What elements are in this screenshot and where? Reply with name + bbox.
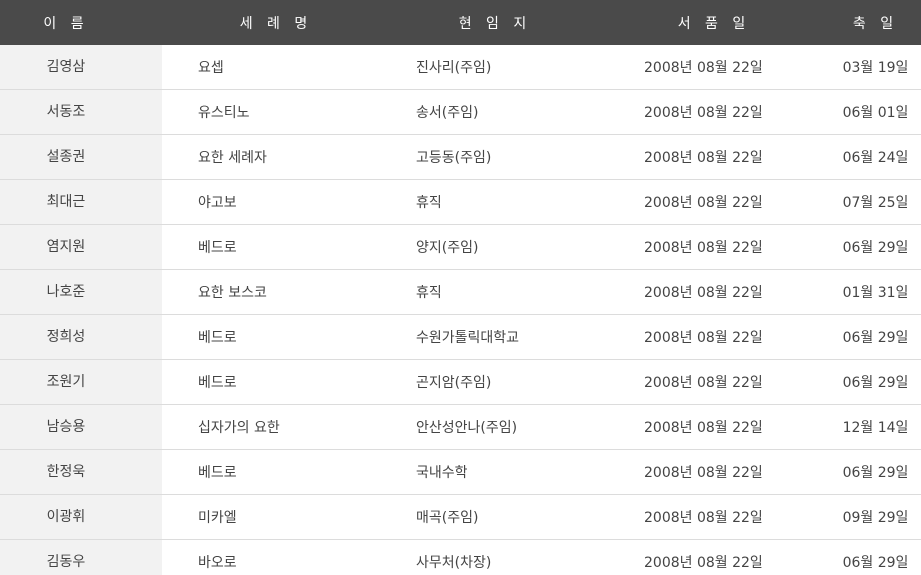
header-feast-day: 축 일 (852, 15, 899, 32)
table-row[interactable]: 이광휘 미카엘 매곡(주임) 2008년 08월 22일 09월 29일 (0, 495, 921, 540)
table-row[interactable]: 김동우 바오로 사무처(차장) 2008년 08월 22일 06월 29일 (0, 540, 921, 575)
cell-name: 염지원 (0, 225, 162, 269)
cell-baptism-name: 유스티노 (198, 105, 250, 121)
cell-baptism-name: 베드로 (198, 465, 237, 481)
cell-feast-day: 06월 29일 (842, 375, 909, 391)
header-baptism-name: 세 례 명 (239, 15, 313, 32)
cell-feast-day: 06월 01일 (842, 105, 909, 121)
cell-name: 김동우 (0, 540, 162, 575)
table-row[interactable]: 최대근 야고보 휴직 2008년 08월 22일 07월 25일 (0, 180, 921, 225)
table-row[interactable]: 염지원 베드로 양지(주임) 2008년 08월 22일 06월 29일 (0, 225, 921, 270)
cell-baptism-name: 야고보 (198, 195, 237, 211)
cell-current-post: 양지(주임) (416, 240, 479, 256)
cell-current-post: 휴직 (416, 195, 442, 211)
cell-ordination-date: 2008년 08월 22일 (644, 510, 763, 526)
cell-current-post: 사무처(차장) (416, 555, 492, 571)
table-row[interactable]: 나호준 요한 보스코 휴직 2008년 08월 22일 01월 31일 (0, 270, 921, 315)
cell-ordination-date: 2008년 08월 22일 (644, 465, 763, 481)
cell-baptism-name: 바오로 (198, 555, 237, 571)
cell-ordination-date: 2008년 08월 22일 (644, 195, 763, 211)
cell-name: 한정욱 (0, 450, 162, 494)
cell-feast-day: 06월 29일 (842, 555, 909, 571)
cell-name: 조원기 (0, 360, 162, 404)
cell-name: 김영삼 (0, 45, 162, 89)
cell-current-post: 고등동(주임) (416, 150, 492, 166)
cell-ordination-date: 2008년 08월 22일 (644, 375, 763, 391)
cell-feast-day: 06월 29일 (842, 240, 909, 256)
cell-name: 최대근 (0, 180, 162, 224)
cell-current-post: 안산성안나(주임) (416, 420, 518, 436)
table-row[interactable]: 정희성 베드로 수원가톨릭대학교 2008년 08월 22일 06월 29일 (0, 315, 921, 360)
cell-ordination-date: 2008년 08월 22일 (644, 150, 763, 166)
cell-current-post: 수원가톨릭대학교 (416, 330, 520, 346)
cell-baptism-name: 베드로 (198, 240, 237, 256)
cell-feast-day: 01월 31일 (842, 285, 909, 301)
header-current-post: 현 임 지 (458, 15, 532, 32)
cell-name: 설종권 (0, 135, 162, 179)
table-row[interactable]: 한정욱 베드로 국내수학 2008년 08월 22일 06월 29일 (0, 450, 921, 495)
cell-name: 서동조 (0, 90, 162, 134)
cell-baptism-name: 미카엘 (198, 510, 237, 526)
cell-ordination-date: 2008년 08월 22일 (644, 240, 763, 256)
cell-baptism-name: 베드로 (198, 330, 237, 346)
cell-feast-day: 07월 25일 (842, 195, 909, 211)
cell-baptism-name: 십자가의 요한 (198, 420, 280, 436)
cell-ordination-date: 2008년 08월 22일 (644, 60, 763, 76)
table-row[interactable]: 조원기 베드로 곤지암(주임) 2008년 08월 22일 06월 29일 (0, 360, 921, 405)
header-name: 이 름 (43, 15, 89, 32)
cell-baptism-name: 요셉 (198, 60, 224, 76)
cell-feast-day: 06월 29일 (842, 465, 909, 481)
cell-ordination-date: 2008년 08월 22일 (644, 330, 763, 346)
cell-ordination-date: 2008년 08월 22일 (644, 420, 763, 436)
cell-feast-day: 06월 29일 (842, 330, 909, 346)
cell-current-post: 국내수학 (416, 465, 468, 481)
cell-baptism-name: 요한 세례자 (198, 150, 267, 166)
cell-ordination-date: 2008년 08월 22일 (644, 285, 763, 301)
cell-current-post: 매곡(주임) (416, 510, 479, 526)
cell-name: 나호준 (0, 270, 162, 314)
table-row[interactable]: 서동조 유스티노 송서(주임) 2008년 08월 22일 06월 01일 (0, 90, 921, 135)
cell-name: 이광휘 (0, 495, 162, 539)
table-row[interactable]: 설종권 요한 세례자 고등동(주임) 2008년 08월 22일 06월 24일 (0, 135, 921, 180)
cell-current-post: 휴직 (416, 285, 442, 301)
priest-table: 이 름 세 례 명 현 임 지 서 품 일 축 일 김영삼 요셉 진사리(주임)… (0, 0, 921, 575)
table-row[interactable]: 남승용 십자가의 요한 안산성안나(주임) 2008년 08월 22일 12월 … (0, 405, 921, 450)
cell-ordination-date: 2008년 08월 22일 (644, 555, 763, 571)
table-header: 이 름 세 례 명 현 임 지 서 품 일 축 일 (0, 0, 921, 45)
cell-feast-day: 06월 24일 (842, 150, 909, 166)
cell-name: 정희성 (0, 315, 162, 359)
cell-feast-day: 09월 29일 (842, 510, 909, 526)
cell-feast-day: 12월 14일 (842, 420, 909, 436)
cell-ordination-date: 2008년 08월 22일 (644, 105, 763, 121)
cell-baptism-name: 베드로 (198, 375, 237, 391)
cell-current-post: 곤지암(주임) (416, 375, 492, 391)
cell-current-post: 송서(주임) (416, 105, 479, 121)
cell-current-post: 진사리(주임) (416, 60, 492, 76)
cell-feast-day: 03월 19일 (842, 60, 909, 76)
header-ordination-date: 서 품 일 (677, 15, 751, 32)
cell-name: 남승용 (0, 405, 162, 449)
table-row[interactable]: 김영삼 요셉 진사리(주임) 2008년 08월 22일 03월 19일 (0, 45, 921, 90)
cell-baptism-name: 요한 보스코 (198, 285, 267, 301)
